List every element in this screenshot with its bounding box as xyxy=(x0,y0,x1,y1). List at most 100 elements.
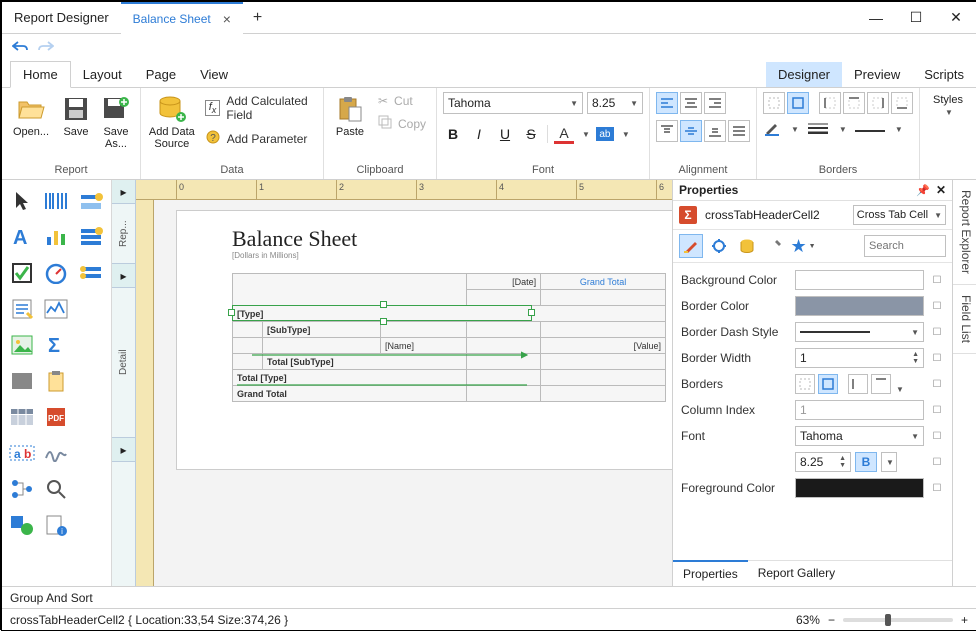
richtext-tool[interactable] xyxy=(6,292,38,326)
unknown-tool[interactable] xyxy=(75,292,107,326)
unknown-tool-3[interactable] xyxy=(75,364,107,398)
close-panel-icon[interactable]: ✕ xyxy=(936,183,946,197)
misc-category-icon[interactable] xyxy=(763,234,787,258)
chevron-down-icon[interactable]: ▼ xyxy=(622,130,630,139)
zoom-out-button[interactable]: − xyxy=(828,613,835,627)
grid-tool[interactable] xyxy=(75,256,107,290)
zoom-tool[interactable] xyxy=(40,472,72,506)
signature-tool[interactable] xyxy=(40,436,72,470)
highlight-button[interactable]: ab xyxy=(596,127,614,141)
pdf-tool[interactable]: PDF xyxy=(40,400,72,434)
font-family-select[interactable]: Tahoma▼ xyxy=(443,92,583,114)
appearance-category-icon[interactable] xyxy=(679,234,703,258)
border-right-button[interactable] xyxy=(867,92,889,114)
save-button[interactable]: Save xyxy=(58,92,94,138)
panel-tool[interactable] xyxy=(6,364,38,398)
border-bottom-button[interactable] xyxy=(891,92,913,114)
image-tool[interactable] xyxy=(6,328,38,362)
favorites-icon[interactable]: ★▼ xyxy=(791,234,815,258)
border-color-button[interactable] xyxy=(763,120,781,139)
border-none-button[interactable] xyxy=(763,92,785,114)
layout-tool[interactable] xyxy=(75,184,107,218)
hierarchy-tool[interactable] xyxy=(6,472,38,506)
styles-button[interactable]: Styles ▼ xyxy=(926,92,970,117)
sparkline-tool[interactable] xyxy=(40,292,72,326)
unknown-tool-5[interactable] xyxy=(75,436,107,470)
valign-top-button[interactable] xyxy=(656,120,678,142)
tab-page[interactable]: Page xyxy=(134,62,188,87)
property-search-input[interactable] xyxy=(864,235,946,257)
band-toggle-icon[interactable]: ▸ xyxy=(112,438,135,462)
tab-home[interactable]: Home xyxy=(10,61,71,88)
band-detail-label[interactable]: Detail xyxy=(112,288,135,438)
band-toggle-icon[interactable]: ▸ xyxy=(112,264,135,288)
italic-button[interactable]: I xyxy=(469,124,489,144)
tab-view[interactable]: View xyxy=(188,62,240,87)
cut-button[interactable]: ✂ Cut xyxy=(374,92,430,110)
add-parameter-button[interactable]: ? Add Parameter xyxy=(201,127,317,150)
minimize-button[interactable]: — xyxy=(856,2,896,34)
chart-tool[interactable] xyxy=(40,220,72,254)
barcode-tool[interactable] xyxy=(40,184,72,218)
chevron-down-icon[interactable]: ▼ xyxy=(582,130,590,139)
design-surface[interactable]: ▸ Rep... ▸ Detail ▸ 0 1 2 3 4 5 6 7 Bala… xyxy=(112,180,672,586)
font-color-button[interactable]: A xyxy=(554,124,574,144)
add-calculated-field-button[interactable]: fx Add Calculated Field xyxy=(201,92,317,124)
label-tool[interactable]: A xyxy=(6,220,38,254)
align-left-button[interactable] xyxy=(656,92,678,114)
underline-button[interactable]: U xyxy=(495,124,515,144)
align-center-button[interactable] xyxy=(680,92,702,114)
border-left-button[interactable] xyxy=(819,92,841,114)
document-tab[interactable]: Balance Sheet × xyxy=(121,2,243,34)
open-button[interactable]: Open... xyxy=(8,92,54,138)
tab-preview[interactable]: Preview xyxy=(842,62,912,87)
pin-icon[interactable]: 📌 xyxy=(916,184,930,197)
report-info-tool[interactable]: i xyxy=(40,508,72,542)
shapes-tool[interactable] xyxy=(6,508,38,542)
justify-button[interactable] xyxy=(728,120,750,142)
new-tab-button[interactable]: + xyxy=(243,9,272,27)
strike-button[interactable]: S xyxy=(521,124,541,144)
border-width-button[interactable] xyxy=(807,122,829,137)
object-type-select[interactable]: Cross Tab Cell▼ xyxy=(853,205,946,225)
close-tab-icon[interactable]: × xyxy=(223,11,231,27)
tab-field-list[interactable]: Field List xyxy=(953,285,976,354)
tab-layout[interactable]: Layout xyxy=(71,62,134,87)
checkbox-tool[interactable] xyxy=(6,256,38,290)
stack-tool[interactable] xyxy=(75,220,107,254)
copy-button[interactable]: Copy xyxy=(374,113,430,134)
clipboard-tool[interactable] xyxy=(40,364,72,398)
character-tool[interactable]: ab xyxy=(6,436,38,470)
report-subtitle-label[interactable]: [Dollars in Millions] xyxy=(232,251,299,260)
redo-button[interactable] xyxy=(38,41,54,53)
align-right-button[interactable] xyxy=(704,92,726,114)
gauge-tool[interactable] xyxy=(40,256,72,290)
data-category-icon[interactable] xyxy=(735,234,759,258)
unknown-tool-4[interactable] xyxy=(75,400,107,434)
zoom-in-button[interactable]: + xyxy=(961,613,968,627)
border-top-button[interactable] xyxy=(843,92,865,114)
behavior-category-icon[interactable] xyxy=(707,234,731,258)
crosstab-control[interactable]: [Date]Grand Total [Type] [SubType] [Name… xyxy=(232,273,666,402)
maximize-button[interactable]: ☐ xyxy=(896,2,936,34)
unknown-tool-2[interactable] xyxy=(75,328,107,362)
bold-button[interactable]: B xyxy=(443,124,463,144)
tab-properties[interactable]: Properties xyxy=(673,560,748,586)
zoom-slider[interactable] xyxy=(843,618,953,622)
border-style-button[interactable] xyxy=(855,123,885,137)
unknown-tool-6[interactable] xyxy=(75,472,107,506)
valign-middle-button[interactable] xyxy=(680,120,702,142)
report-page[interactable]: Balance Sheet [Dollars in Millions] [Dat… xyxy=(176,210,672,470)
tab-report-explorer[interactable]: Report Explorer xyxy=(953,180,976,285)
valign-bottom-button[interactable] xyxy=(704,120,726,142)
sigma-tool[interactable]: Σ xyxy=(40,328,72,362)
tab-scripts[interactable]: Scripts xyxy=(912,62,976,87)
tab-report-gallery[interactable]: Report Gallery xyxy=(748,561,845,586)
tab-designer[interactable]: Designer xyxy=(766,62,842,87)
paste-button[interactable]: Paste xyxy=(330,92,370,138)
font-size-select[interactable]: 8.25▼ xyxy=(587,92,643,114)
undo-button[interactable] xyxy=(12,41,28,53)
band-report-header-label[interactable]: Rep... xyxy=(112,204,135,264)
close-window-button[interactable]: ✕ xyxy=(936,2,976,34)
save-as-button[interactable]: Save As... xyxy=(98,92,134,150)
